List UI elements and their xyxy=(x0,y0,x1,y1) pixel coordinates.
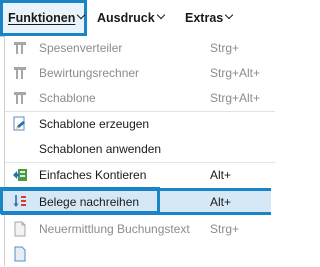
menu-bar: Funktionen Ausdruck Extras xyxy=(0,0,261,37)
menu-item-label: Belege nachreihen xyxy=(39,195,140,209)
menu-item-label: Spesenverteiler xyxy=(39,41,123,55)
menu-extras-label: Extras xyxy=(185,11,224,25)
menu-item-shortcut: Strg+Alt+ xyxy=(210,91,261,105)
menu-item-einfaches-kontieren[interactable]: Einfaches Kontieren Alt+ xyxy=(5,163,275,188)
menu-item-schablone[interactable]: Schablone Strg+Alt+ xyxy=(5,86,275,112)
menu-item-shortcut: Strg+Alt+ xyxy=(210,66,261,80)
menu-item-belege-nachreihen[interactable]: Belege nachreihen Alt+ xyxy=(1,188,271,215)
document-icon xyxy=(12,246,28,262)
menu-item-spesenverteiler[interactable]: Spesenverteiler Strg+ xyxy=(5,36,275,61)
template-create-icon xyxy=(12,116,28,132)
menu-item-neuermittlung-buchungstext[interactable]: Neuermittlung Buchungstext Strg+ xyxy=(5,217,275,242)
menu-item-label: Schablone erzeugen xyxy=(39,117,150,131)
split-icon xyxy=(12,90,28,106)
menu-item-label: Bewirtungsrechner xyxy=(39,66,140,80)
menu-item-partial[interactable] xyxy=(5,242,275,267)
split-icon xyxy=(12,40,28,56)
menu-item-label: Neuermittlung Buchungstext xyxy=(39,222,190,236)
menu-item-shortcut: Alt+ xyxy=(210,168,232,182)
menu-item-bewirtungsrechner[interactable]: Bewirtungsrechner Strg+Alt+ xyxy=(5,61,275,86)
sort-icon xyxy=(12,194,28,210)
menu-item-label: Einfaches Kontieren xyxy=(39,168,147,182)
menu-item-shortcut: Strg+ xyxy=(210,222,240,236)
split-icon xyxy=(12,65,28,81)
menu-funktionen[interactable]: Funktionen xyxy=(0,0,87,36)
menu-item-label: Schablone xyxy=(39,91,96,105)
menu-item-schablone-erzeugen[interactable]: Schablone erzeugen xyxy=(5,112,275,137)
menu-item-schablonen-anwenden[interactable]: Schablonen anwenden xyxy=(5,137,275,163)
menu-funktionen-label: Funktionen xyxy=(8,11,76,25)
menu-ausdruck[interactable]: Ausdruck xyxy=(97,0,165,36)
chevron-down-icon xyxy=(224,10,234,20)
menu-item-shortcut: Alt+ xyxy=(210,195,232,209)
chevron-down-icon xyxy=(77,10,86,20)
funktionen-dropdown: Spesenverteiler Strg+ Bewirtungsrechner … xyxy=(1,36,275,267)
menu-extras[interactable]: Extras xyxy=(185,0,234,36)
menu-ausdruck-label: Ausdruck xyxy=(97,11,155,25)
chevron-down-icon xyxy=(156,10,165,20)
simple-booking-icon xyxy=(12,167,28,183)
menu-item-label: Schablonen anwenden xyxy=(39,142,162,156)
menu-item-shortcut: Strg+ xyxy=(210,41,240,55)
document-icon xyxy=(12,221,28,237)
